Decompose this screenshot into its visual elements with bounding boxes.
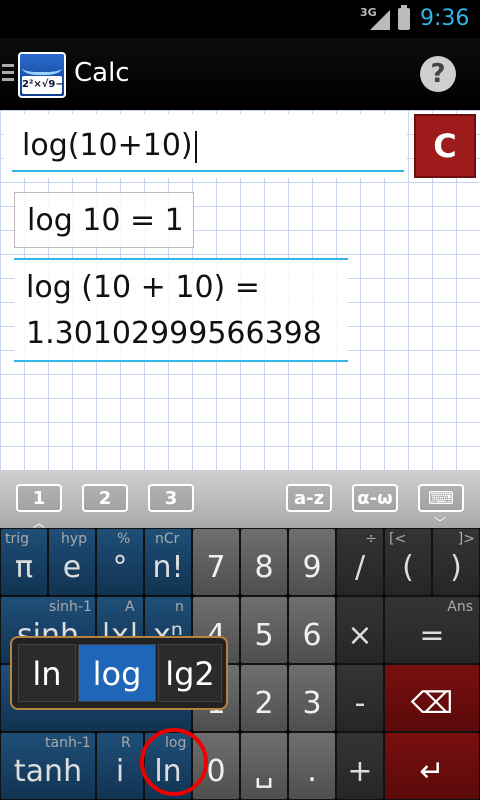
open-paren-key[interactable]: [<( [384,528,432,596]
clock: 9:36 [420,6,470,31]
app-title: Calc [74,58,130,88]
popup-option-ln[interactable]: ln [18,644,76,702]
history-item[interactable]: log 10 = 1 [14,192,194,248]
digit-5-key[interactable]: 5 [240,596,288,664]
plus-key[interactable]: + [336,732,384,800]
digit-2-key[interactable]: 2 [240,664,288,732]
divide-key[interactable]: ÷ / [336,528,384,596]
degree-key[interactable]: % ° [96,528,144,596]
calculation-area: log(10+10) C log 10 = 1 log (10 + 10) = … [0,110,480,470]
pi-key[interactable]: trig π [0,528,48,596]
equals-key[interactable]: Ans = [384,596,480,664]
tab-latin-letters[interactable]: a-z [286,484,332,512]
tab-keyboard-1[interactable]: 1 [16,484,62,512]
space-key[interactable]: ␣ [240,732,288,800]
tab-keyboard-3[interactable]: 3 [148,484,194,512]
e-key[interactable]: hyp e [48,528,96,596]
status-bar: 3G 9:36 [0,0,480,38]
decimal-key[interactable]: . [288,732,336,800]
help-button[interactable]: ? [420,56,456,92]
keyboard-tabs: 1 ︿ 2 3 a-z α-ω ⌨ ﹀ [0,470,480,530]
history-item-selected[interactable]: log (10 + 10) = 1.30102999566398 [14,258,348,362]
battery-icon [398,5,410,30]
backspace-icon[interactable]: ⌫ [384,664,480,732]
digit-7-key[interactable]: 7 [192,528,240,596]
clear-button[interactable]: C [414,114,476,178]
multiply-key[interactable]: × [336,596,384,664]
history-result-value: 1.30102999566398 [26,316,322,351]
expression-text: log(10+10) [22,128,193,163]
history-expression: log (10 + 10) = [26,270,260,305]
digit-9-key[interactable]: 9 [288,528,336,596]
digit-8-key[interactable]: 8 [240,528,288,596]
expression-input[interactable]: log(10+10) [4,114,406,178]
popup-option-lg2[interactable]: lg2 [158,644,222,702]
log-function-popup: ln log lg2 [10,636,228,710]
menu-icon[interactable] [2,64,14,84]
factorial-key[interactable]: nCr n! [144,528,192,596]
tab-keyboard-2[interactable]: 2 [82,484,128,512]
enter-icon[interactable]: ↵ [384,732,480,800]
highlight-circle [140,728,208,796]
minus-key[interactable]: - [336,664,384,732]
imaginary-key[interactable]: Ri [96,732,144,800]
digit-6-key[interactable]: 6 [288,596,336,664]
popup-option-log[interactable]: log [78,644,156,702]
digit-3-key[interactable]: 3 [288,664,336,732]
tanh-key[interactable]: tanh-1 tanh [0,732,96,800]
keyboard-toggle-icon[interactable]: ⌨ [418,484,464,512]
app-bar: 2²×√9−3/2 Calc ? [0,38,480,111]
close-paren-key[interactable]: ]>) [432,528,480,596]
app-logo-icon[interactable]: 2²×√9−3/2 [18,52,66,98]
tab-greek-letters[interactable]: α-ω [352,484,398,512]
history-result-text: log 10 = 1 [27,203,184,238]
signal-icon [370,10,390,30]
text-caret [194,130,197,163]
